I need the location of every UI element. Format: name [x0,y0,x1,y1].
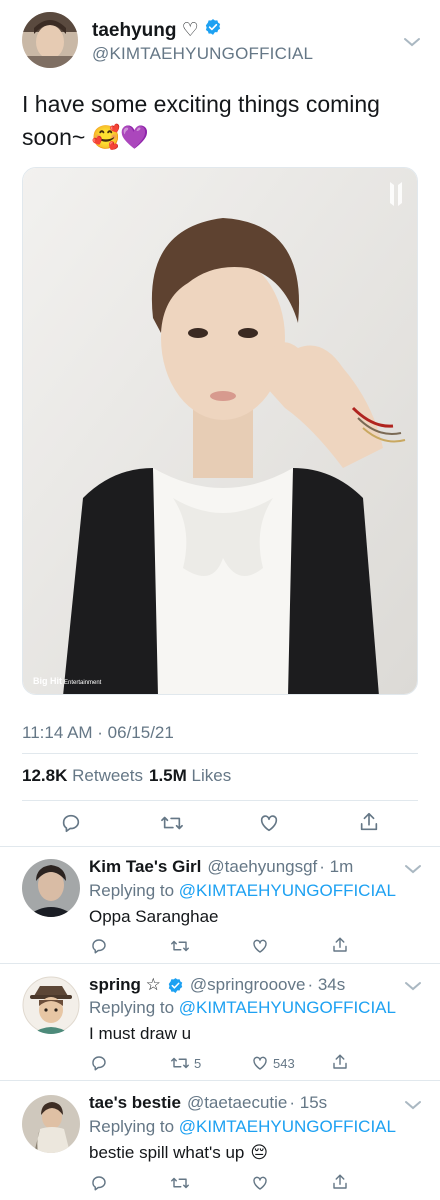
reply-tweet[interactable]: Kim Tae's Girl @taehyungsgf · 1m Replyin… [0,847,440,963]
retweet-icon [171,1177,189,1189]
like-count: 543 [273,1055,295,1071]
reply-icon [62,814,80,833]
likes-stat[interactable]: 1.5M Likes [149,766,231,786]
author-name[interactable]: taehyung ♡ [92,18,222,42]
reply-author-handle[interactable]: @springrooove [190,975,306,995]
author-display-name: taehyung ♡ [92,19,199,41]
like-button[interactable] [251,1174,273,1192]
replying-prefix: Replying to [89,1117,175,1136]
replying-prefix: Replying to [89,881,175,900]
replying-to: Replying to @KIMTAEHYUNGOFFICIAL [89,881,396,901]
reply-header: Kim Tae's Girl @taehyungsgf · 1m [89,857,353,877]
main-avatar[interactable] [22,12,78,68]
watermark-label: Big Hit [33,676,62,686]
divider [22,800,418,801]
reply-icon [92,1176,106,1191]
heart-icon [253,939,267,953]
reply-icon [92,939,106,954]
reply-emoji: 😔 [250,1143,269,1162]
reply-avatar[interactable] [22,859,80,917]
reply-text: I must draw u [89,1024,191,1044]
reply-time: · 1m [319,857,354,876]
tweet-photo[interactable]: Big Hit Entertainment [22,167,418,695]
reply-text: Oppa Saranghae [89,907,219,927]
like-button[interactable]: 543 [251,1054,295,1072]
replying-to-link[interactable]: @KIMTAEHYUNGOFFICIAL [179,1117,396,1136]
heart-icon [260,815,278,832]
likes-label: Likes [191,766,232,785]
retweet-button[interactable] [160,812,184,834]
reply-body: bestie spill what's up [89,1143,245,1162]
retweet-icon [161,816,183,830]
verified-badge-icon [204,18,222,42]
retweets-label: Retweets [72,766,143,785]
reply-header: tae's bestie @taetaecutie · 15s [89,1093,327,1113]
verified-badge-icon [167,977,184,994]
replying-to: Replying to @KIMTAEHYUNGOFFICIAL [89,998,396,1018]
watermark-sub: Entertainment [64,680,102,686]
retweet-count: 5 [194,1055,202,1071]
retweet-button[interactable] [170,937,194,955]
divider [22,753,418,754]
retweet-icon [171,940,189,952]
replying-to: Replying to @KIMTAEHYUNGOFFICIAL [89,1117,396,1137]
share-icon [333,1174,347,1189]
retweet-button[interactable] [170,1174,194,1192]
reply-author-name[interactable]: tae's bestie [89,1093,181,1113]
brand-logo-icon [389,180,403,208]
tweet-text: I have some exciting things coming soon~… [22,88,402,154]
replying-prefix: Replying to [89,998,175,1017]
reply-author-name[interactable]: spring ☆ [89,975,161,995]
tweet-stats: 12.8K Retweets 1.5M Likes [22,766,231,786]
reply-time: · 34s [307,975,346,994]
heart-icon [253,1056,267,1070]
reply-header: spring ☆ @springrooove · 34s [89,975,345,995]
chevron-down-icon[interactable] [404,863,422,875]
like-button[interactable] [258,812,280,834]
share-icon [360,812,378,831]
share-button[interactable] [331,1173,349,1191]
reply-avatar[interactable] [22,1095,80,1153]
tweet-timestamp[interactable]: 11:14 AM · 06/15/21 [22,723,174,743]
retweets-stat[interactable]: 12.8K Retweets [22,766,143,786]
chevron-down-icon[interactable] [404,1099,422,1111]
retweet-button[interactable]: 5 [170,1054,201,1072]
share-button[interactable] [331,936,349,954]
likes-count: 1.5M [148,766,187,785]
media-watermark: Big Hit Entertainment [33,676,101,686]
heart-icon [253,1176,267,1190]
tweet-emoji: 🥰💜 [91,124,149,150]
reply-time: · 15s [289,1093,328,1112]
replying-to-link[interactable]: @KIMTAEHYUNGOFFICIAL [179,881,396,900]
reply-tweet[interactable]: tae's bestie @taetaecutie · 15s Replying… [0,1081,440,1200]
reply-icon [92,1056,106,1071]
reply-text: bestie spill what's up 😔 [89,1143,268,1163]
chevron-down-icon[interactable] [404,980,422,992]
reply-button[interactable] [90,937,108,955]
replying-to-link[interactable]: @KIMTAEHYUNGOFFICIAL [179,998,396,1017]
author-handle[interactable]: @KIMTAEHYUNGOFFICIAL [92,44,313,64]
share-button[interactable] [331,1053,349,1071]
reply-body: I must draw u [89,1024,192,1043]
reply-author-name[interactable]: Kim Tae's Girl [89,857,201,877]
retweet-icon [171,1057,189,1069]
reply-button[interactable] [90,1054,108,1072]
reply-body: Oppa Saranghae [89,907,219,926]
reply-button[interactable] [60,812,82,834]
retweets-count: 12.8K [22,766,68,785]
reply-button[interactable] [90,1174,108,1192]
reply-avatar[interactable] [22,976,80,1034]
reply-author-handle[interactable]: @taetaecutie [187,1093,287,1113]
like-button[interactable] [251,937,273,955]
share-icon [333,937,347,952]
share-button[interactable] [358,811,380,833]
chevron-down-icon[interactable] [403,36,421,48]
reply-author-handle[interactable]: @taehyungsgf [207,857,317,877]
tweet-body: I have some exciting things coming soon~ [22,91,380,150]
reply-tweet[interactable]: spring ☆ @springrooove · 34s Replying to… [0,964,440,1080]
share-icon [333,1054,347,1069]
